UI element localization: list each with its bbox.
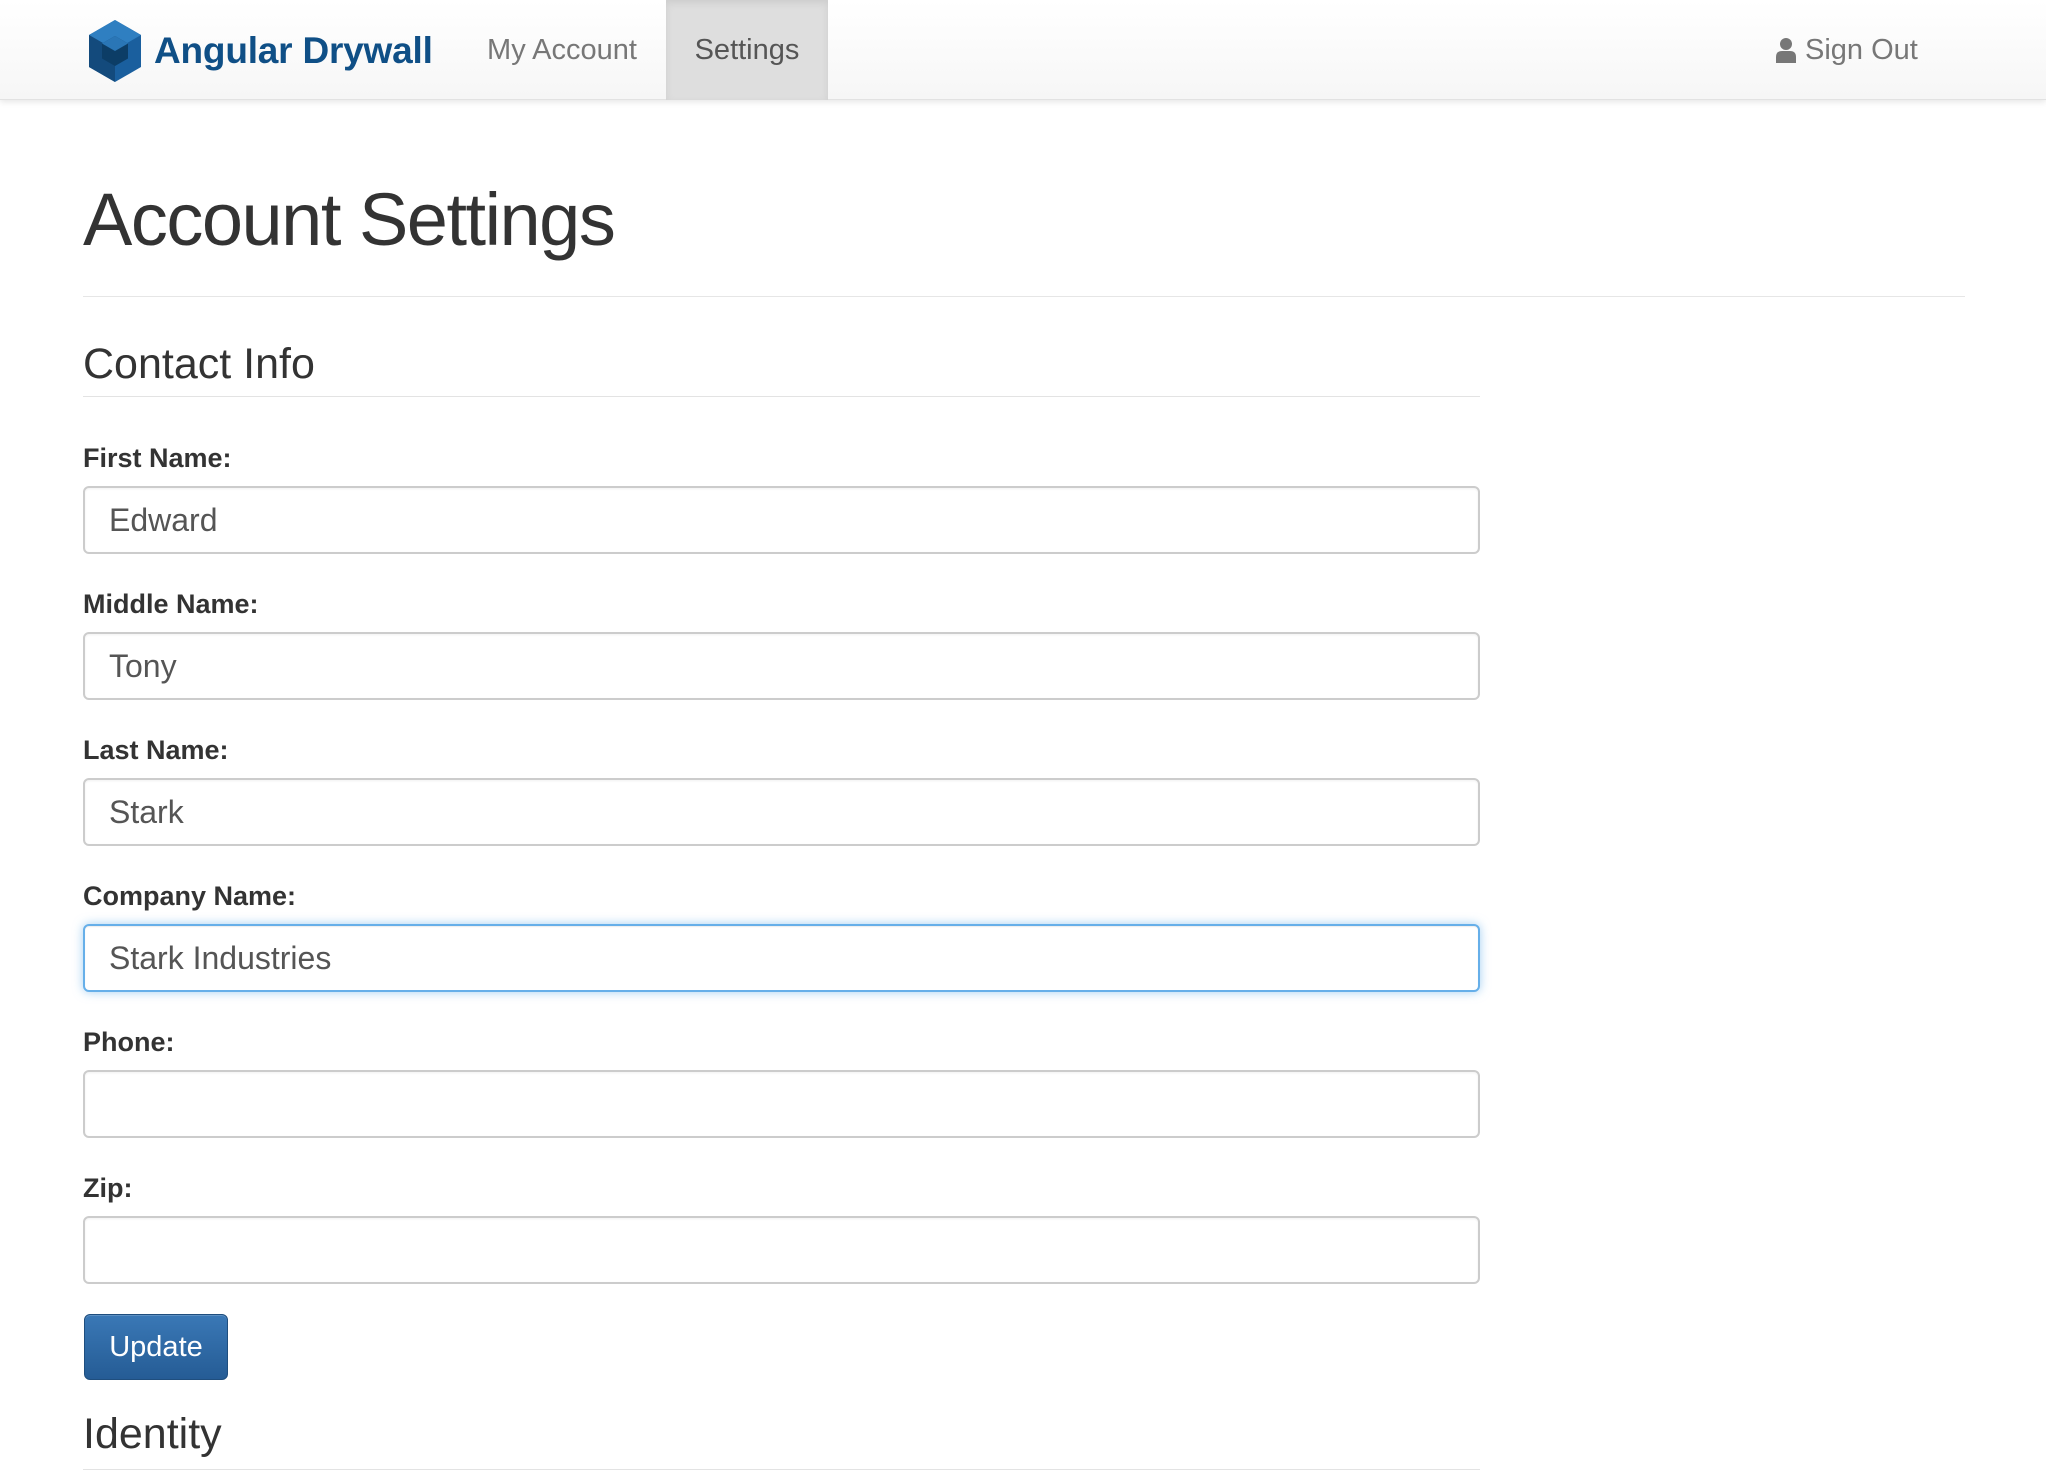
first-name-label: First Name: <box>83 443 232 473</box>
top-navbar: Angular Drywall My Account Settings Sign… <box>0 0 2046 100</box>
zip-input[interactable] <box>83 1216 1480 1284</box>
phone-label: Phone: <box>83 1027 175 1057</box>
company-name-input[interactable] <box>83 924 1480 992</box>
brand-logo-icon <box>89 20 141 82</box>
contact-info-heading: Contact Info <box>83 340 315 388</box>
brand-link[interactable]: Angular Drywall <box>86 18 433 84</box>
middle-name-input[interactable] <box>83 632 1480 700</box>
company-name-label: Company Name: <box>83 881 297 911</box>
contact-info-divider <box>83 396 1480 397</box>
page-title: Account Settings <box>83 178 616 261</box>
middle-name-label: Middle Name: <box>83 589 259 619</box>
user-icon <box>1776 38 1796 63</box>
identity-heading: Identity <box>83 1410 222 1458</box>
brand-name: Angular Drywall <box>154 30 433 71</box>
last-name-input[interactable] <box>83 778 1480 846</box>
first-name-input[interactable] <box>83 486 1480 554</box>
nav-my-account[interactable]: My Account <box>462 0 662 100</box>
page-title-divider <box>83 296 1965 297</box>
nav-settings[interactable]: Settings <box>666 0 828 100</box>
sign-out-label: Sign Out <box>1805 33 1918 66</box>
nav-sign-out[interactable]: Sign Out <box>1775 0 1945 100</box>
zip-label: Zip: <box>83 1173 133 1203</box>
update-button[interactable]: Update <box>84 1314 228 1380</box>
identity-divider <box>83 1469 1480 1470</box>
phone-input[interactable] <box>83 1070 1480 1138</box>
last-name-label: Last Name: <box>83 735 229 765</box>
